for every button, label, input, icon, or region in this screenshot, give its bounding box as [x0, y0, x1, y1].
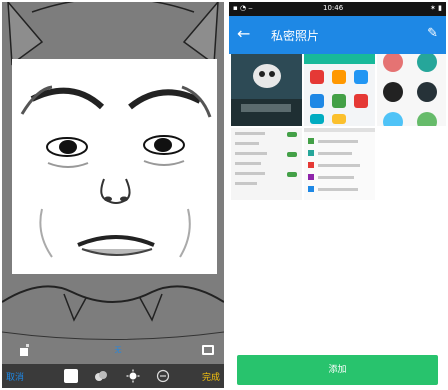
- aspect-ratio-icon[interactable]: [202, 345, 214, 355]
- app-bar: ← 私密照片 ✎: [229, 16, 446, 54]
- battery-icons: ✶ ▮: [430, 4, 442, 12]
- photo-thumbnail[interactable]: [304, 54, 375, 126]
- minus-circle-icon[interactable]: [156, 369, 170, 383]
- page-title: 私密照片: [271, 29, 320, 43]
- face-illustration: [12, 59, 217, 274]
- photo-thumbnail[interactable]: [304, 128, 375, 200]
- filter-icon[interactable]: [94, 369, 108, 383]
- screenshot-root: 无 取消 完成 ▪ ◔ ‒ 10:46 ✶ ▮ ← 私密照片 ✎ 添加: [0, 0, 448, 390]
- add-button[interactable]: 添加: [237, 355, 438, 385]
- edit-tool-icon[interactable]: [64, 369, 78, 383]
- crop-icon[interactable]: [18, 342, 34, 358]
- pencil-icon[interactable]: ✎: [427, 26, 438, 41]
- done-button[interactable]: 完成: [202, 370, 220, 383]
- brightness-icon[interactable]: [126, 369, 140, 383]
- private-photos-screen: ▪ ◔ ‒ 10:46 ✶ ▮ ← 私密照片 ✎ 添加: [229, 2, 446, 388]
- arrow-left-icon[interactable]: ←: [237, 25, 250, 43]
- cancel-button[interactable]: 取消: [6, 370, 24, 383]
- face-photo[interactable]: [12, 59, 217, 274]
- photo-editor-screen: 无 取消 完成: [2, 2, 224, 388]
- status-time: 10:46: [323, 4, 344, 12]
- status-bar: ▪ ◔ ‒ 10:46 ✶ ▮: [229, 2, 446, 16]
- editor-toolbar: 取消 完成: [2, 364, 224, 388]
- photo-thumbnail[interactable]: [231, 128, 302, 200]
- photo-thumbnail[interactable]: [231, 54, 302, 126]
- signal-icons: ▪ ◔ ‒: [233, 4, 253, 12]
- photo-thumbnail[interactable]: [377, 54, 446, 126]
- photo-label[interactable]: 无: [104, 345, 132, 355]
